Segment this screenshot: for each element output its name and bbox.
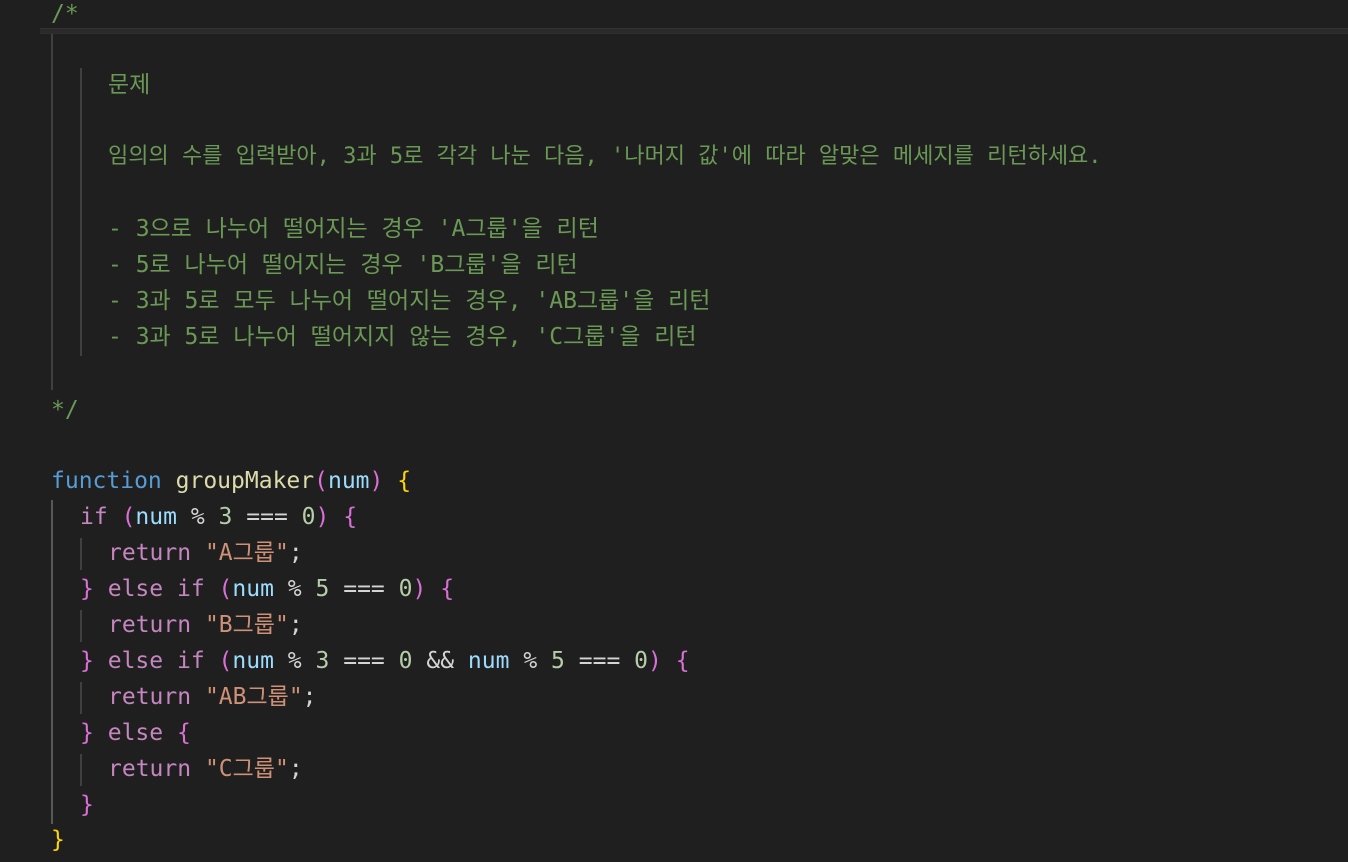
number: 0 bbox=[398, 648, 413, 674]
brace: } bbox=[80, 792, 94, 818]
variable: num bbox=[135, 504, 177, 530]
code-line-return: return "AB그룹"; bbox=[108, 679, 317, 715]
brace: { bbox=[397, 468, 412, 494]
brace: } bbox=[51, 827, 65, 853]
keyword-else: else bbox=[107, 720, 164, 746]
number: 3 bbox=[315, 648, 330, 674]
keyword-return: return bbox=[108, 756, 192, 782]
comment-close: */ bbox=[51, 397, 79, 423]
current-line-highlight bbox=[40, 28, 1348, 34]
paren: ) bbox=[648, 648, 662, 674]
operator: === bbox=[343, 576, 385, 602]
comment-rule: - 5로 나누어 떨어지는 경우 'B그룹'을 리턴 bbox=[108, 252, 578, 278]
number: 0 bbox=[301, 504, 316, 530]
number: 5 bbox=[315, 576, 330, 602]
keyword-return: return bbox=[108, 684, 192, 710]
operator: === bbox=[246, 504, 288, 530]
indent-guide bbox=[80, 538, 82, 570]
keyword-else: else bbox=[107, 648, 164, 674]
brace: } bbox=[80, 648, 94, 674]
paren: ( bbox=[218, 648, 233, 674]
brace: { bbox=[440, 576, 455, 602]
code-line-function: function groupMaker(num) { bbox=[51, 463, 411, 499]
comment-rule: - 3으로 나누어 떨어지는 경우 'A그룹'을 리턴 bbox=[108, 216, 599, 242]
paren: ) bbox=[315, 504, 330, 530]
indent-guide bbox=[80, 754, 82, 786]
comment-open: /* bbox=[51, 1, 79, 27]
operator: % bbox=[287, 648, 302, 674]
code-line-return: return "B그룹"; bbox=[108, 607, 303, 643]
paren: ) bbox=[369, 468, 384, 494]
keyword-if: if bbox=[176, 576, 205, 602]
paren: ( bbox=[121, 504, 136, 530]
number: 0 bbox=[398, 576, 413, 602]
indent-guide bbox=[51, 34, 53, 390]
brace: } bbox=[80, 720, 94, 746]
operator: % bbox=[287, 576, 302, 602]
operator: && bbox=[426, 648, 455, 674]
string: "C그룹" bbox=[204, 756, 289, 782]
semicolon: ; bbox=[288, 540, 303, 566]
brace: { bbox=[176, 720, 191, 746]
paren: ) bbox=[412, 576, 427, 602]
keyword-else: else bbox=[107, 576, 164, 602]
indent-guide bbox=[80, 68, 82, 356]
code-editor[interactable]: /* 문제 임의의 수를 입력받아, 3과 5로 각각 나눈 다음, '나머지 … bbox=[0, 0, 1348, 862]
code-line-return: return "A그룹"; bbox=[108, 535, 303, 571]
string: "B그룹" bbox=[204, 612, 289, 638]
code-line-return: return "C그룹"; bbox=[108, 751, 303, 787]
string: "A그룹" bbox=[204, 540, 289, 566]
function-name: groupMaker bbox=[175, 468, 315, 494]
variable: num bbox=[232, 576, 274, 602]
indent-guide bbox=[80, 682, 82, 714]
semicolon: ; bbox=[288, 612, 303, 638]
number: 5 bbox=[551, 648, 565, 674]
string: "AB그룹" bbox=[204, 684, 303, 710]
paren: ( bbox=[218, 576, 233, 602]
comment-rule: - 3과 5로 모두 나누어 떨어지는 경우, 'AB그룹'을 리턴 bbox=[108, 288, 711, 314]
code-line-if: if (num % 3 === 0) { bbox=[80, 499, 357, 535]
number: 3 bbox=[218, 504, 233, 530]
brace: { bbox=[675, 648, 690, 674]
operator: === bbox=[343, 648, 385, 674]
keyword-if: if bbox=[176, 648, 205, 674]
keyword-if: if bbox=[80, 504, 108, 530]
variable: num bbox=[232, 648, 274, 674]
keyword-return: return bbox=[108, 612, 192, 638]
keyword-return: return bbox=[108, 540, 192, 566]
semicolon: ; bbox=[288, 756, 303, 782]
keyword-function: function bbox=[51, 468, 162, 494]
param-name: num bbox=[327, 468, 370, 494]
brace: { bbox=[343, 504, 358, 530]
indent-guide bbox=[51, 500, 53, 824]
code-line-else: } else { bbox=[80, 715, 191, 751]
comment-description: 임의의 수를 입력받아, 3과 5로 각각 나눈 다음, '나머지 값'에 따라… bbox=[108, 144, 1102, 169]
number: 0 bbox=[634, 648, 649, 674]
paren: ( bbox=[314, 468, 328, 494]
semicolon: ; bbox=[302, 684, 317, 710]
comment-rule: - 3과 5로 나누어 떨어지지 않는 경우, 'C그룹'을 리턴 bbox=[108, 324, 697, 350]
operator: === bbox=[578, 648, 621, 674]
code-line-close-function: } bbox=[51, 822, 65, 858]
indent-guide bbox=[80, 610, 82, 642]
variable: num bbox=[467, 648, 510, 674]
operator: % bbox=[190, 504, 205, 530]
comment-title: 문제 bbox=[108, 72, 151, 98]
code-line-else-if: } else if (num % 3 === 0 && num % 5 === … bbox=[80, 643, 690, 679]
operator: % bbox=[523, 648, 538, 674]
code-line-else-if: } else if (num % 5 === 0) { bbox=[80, 571, 454, 607]
code-line-close-if: } bbox=[80, 787, 94, 823]
brace: } bbox=[80, 576, 94, 602]
